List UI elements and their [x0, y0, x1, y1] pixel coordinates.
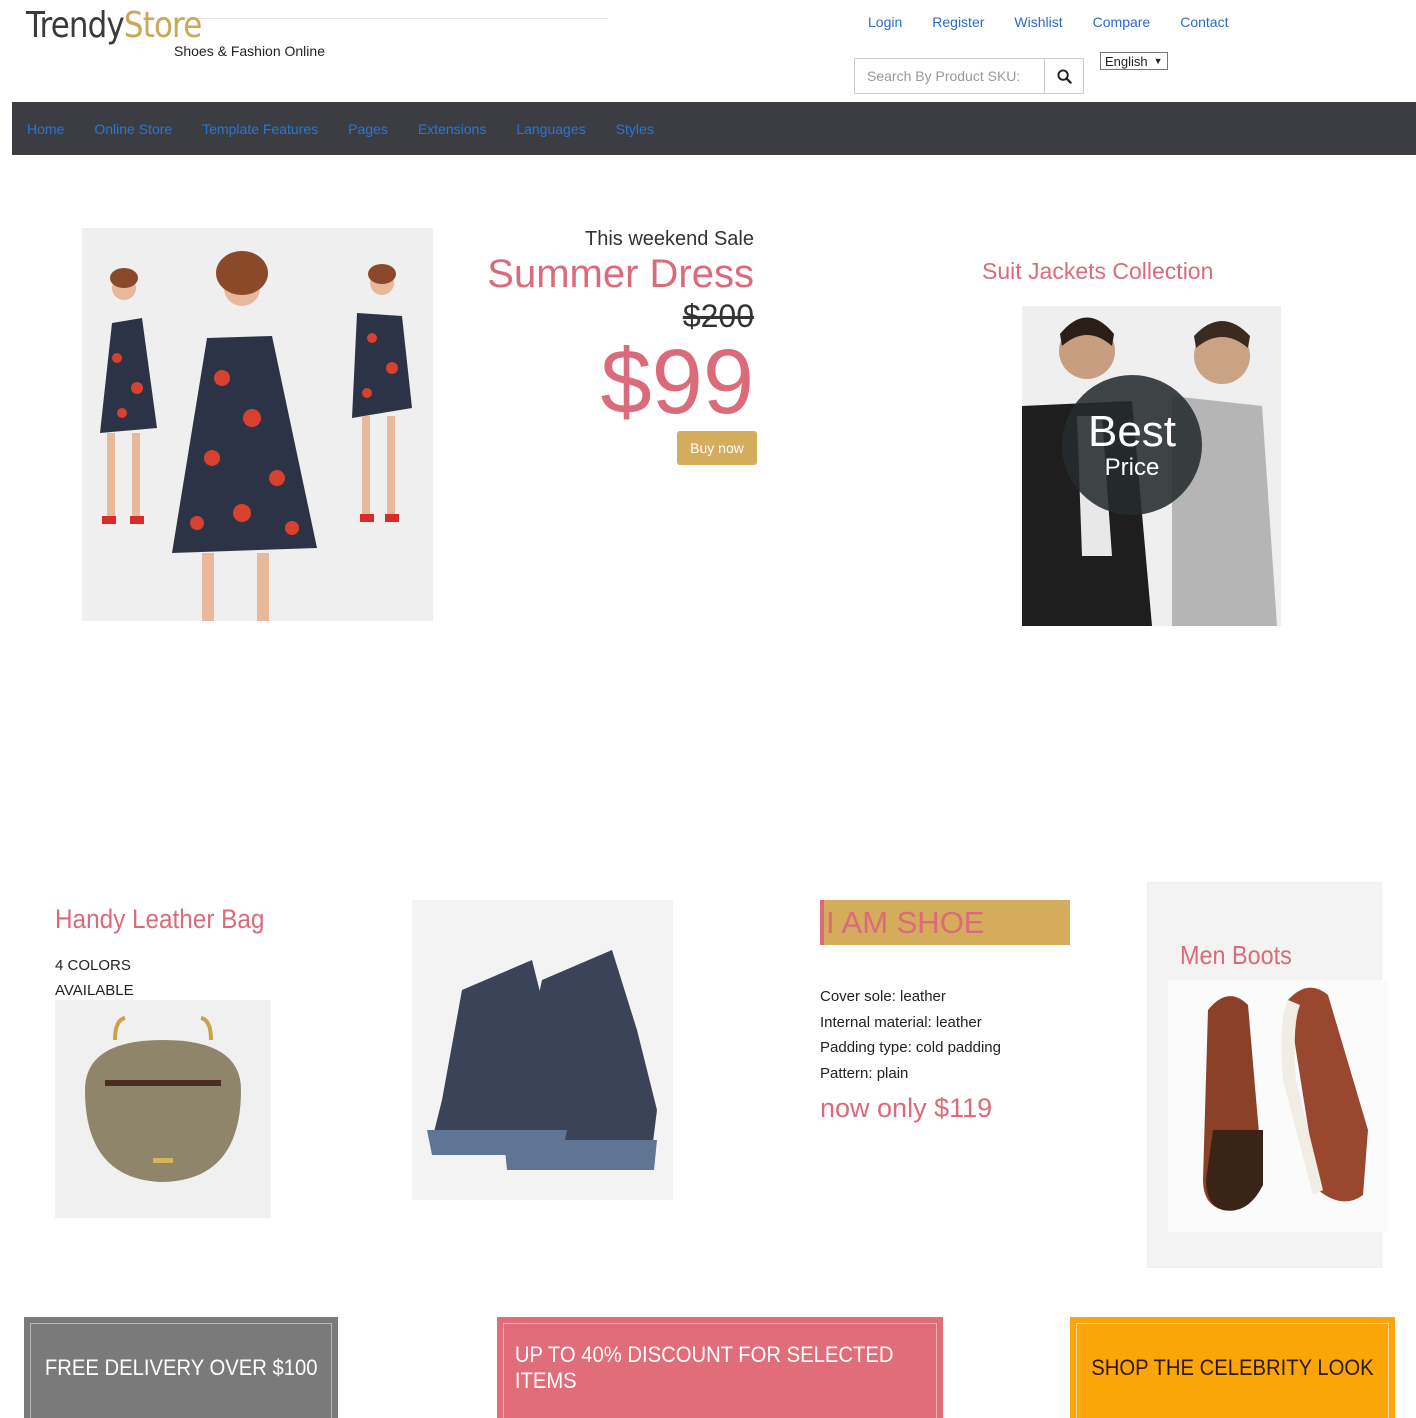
- contact-link[interactable]: Contact: [1180, 14, 1228, 30]
- promo-celebrity-text: SHOP THE CELEBRITY LOOK: [1091, 1354, 1374, 1380]
- spec-line: Internal material: leather: [820, 1013, 982, 1031]
- search-input[interactable]: [855, 59, 1045, 93]
- logo-trendy: Trendy: [26, 5, 125, 46]
- wishlist-link[interactable]: Wishlist: [1014, 14, 1062, 30]
- nav-item-extensions[interactable]: Extensions: [418, 121, 486, 137]
- promo-delivery-text: FREE DELIVERY OVER $100: [44, 1354, 318, 1380]
- spec-line: Padding type: cold padding: [820, 1039, 1001, 1056]
- sale-title: Summer Dress: [487, 252, 754, 296]
- promo-discount[interactable]: UP TO 40% DISCOUNT FOR SELECTED ITEMS: [497, 1317, 943, 1418]
- chevron-down-icon: ▼: [1153, 56, 1163, 66]
- bag-colors-note: 4 COLORS AVAILABLE: [55, 957, 134, 999]
- nav-item-pages[interactable]: Pages: [348, 121, 388, 137]
- search-icon: [1056, 68, 1072, 84]
- logo-store: Store: [123, 5, 202, 46]
- summer-dress-image[interactable]: [82, 228, 433, 621]
- promo-celebrity-look[interactable]: SHOP THE CELEBRITY LOOK: [1070, 1317, 1395, 1418]
- main-nav: Home Online Store Template Features Page…: [12, 102, 1416, 155]
- shoe-price: now only $119: [820, 1093, 993, 1123]
- language-value: English: [1105, 53, 1148, 69]
- search-bar: [854, 58, 1084, 94]
- register-link[interactable]: Register: [932, 14, 984, 30]
- nav-item-languages[interactable]: Languages: [516, 121, 585, 137]
- nav-item-home[interactable]: Home: [27, 121, 64, 137]
- header-divider: [174, 18, 608, 19]
- top-links: Login Register Wishlist Compare Contact: [868, 14, 1228, 30]
- leather-bag-image[interactable]: [55, 1000, 271, 1218]
- compare-link[interactable]: Compare: [1093, 14, 1151, 30]
- search-button[interactable]: [1045, 59, 1083, 93]
- store-tagline: Shoes & Fashion Online: [174, 43, 325, 59]
- store-logo[interactable]: TrendyStore: [26, 4, 202, 48]
- sale-price: $99: [600, 331, 755, 433]
- men-boots-image[interactable]: [1168, 980, 1388, 1232]
- badge-price: Price: [1104, 454, 1160, 481]
- badge-best: Best: [1087, 407, 1177, 456]
- hiking-shoe-image[interactable]: [412, 900, 673, 1200]
- nav-item-styles[interactable]: Styles: [616, 121, 654, 137]
- login-link[interactable]: Login: [868, 14, 902, 30]
- old-price: $200: [682, 298, 754, 334]
- shoe-banner: I AM SHOE: [820, 900, 1070, 945]
- sale-kicker: This weekend Sale: [585, 228, 754, 250]
- nav-item-template-features[interactable]: Template Features: [202, 121, 318, 137]
- shoe-specs: Cover sole: leather Internal material: l…: [820, 984, 1001, 1086]
- spec-line: Pattern: plain: [820, 1064, 909, 1082]
- bag-title[interactable]: Handy Leather Bag: [55, 904, 264, 935]
- promo-free-delivery[interactable]: FREE DELIVERY OVER $100: [24, 1317, 338, 1418]
- buy-now-button[interactable]: Buy now: [677, 431, 757, 465]
- promo-discount-text: UP TO 40% DISCOUNT FOR SELECTED ITEMS: [514, 1341, 894, 1393]
- suit-collection-title[interactable]: Suit Jackets Collection: [982, 258, 1213, 285]
- nav-item-online-store[interactable]: Online Store: [94, 121, 172, 137]
- men-boots-title[interactable]: Men Boots: [1180, 940, 1292, 971]
- best-price-badge: Best Price: [1062, 375, 1202, 515]
- language-select[interactable]: English ▼: [1100, 52, 1168, 70]
- spec-line: Cover sole: leather: [820, 988, 946, 1005]
